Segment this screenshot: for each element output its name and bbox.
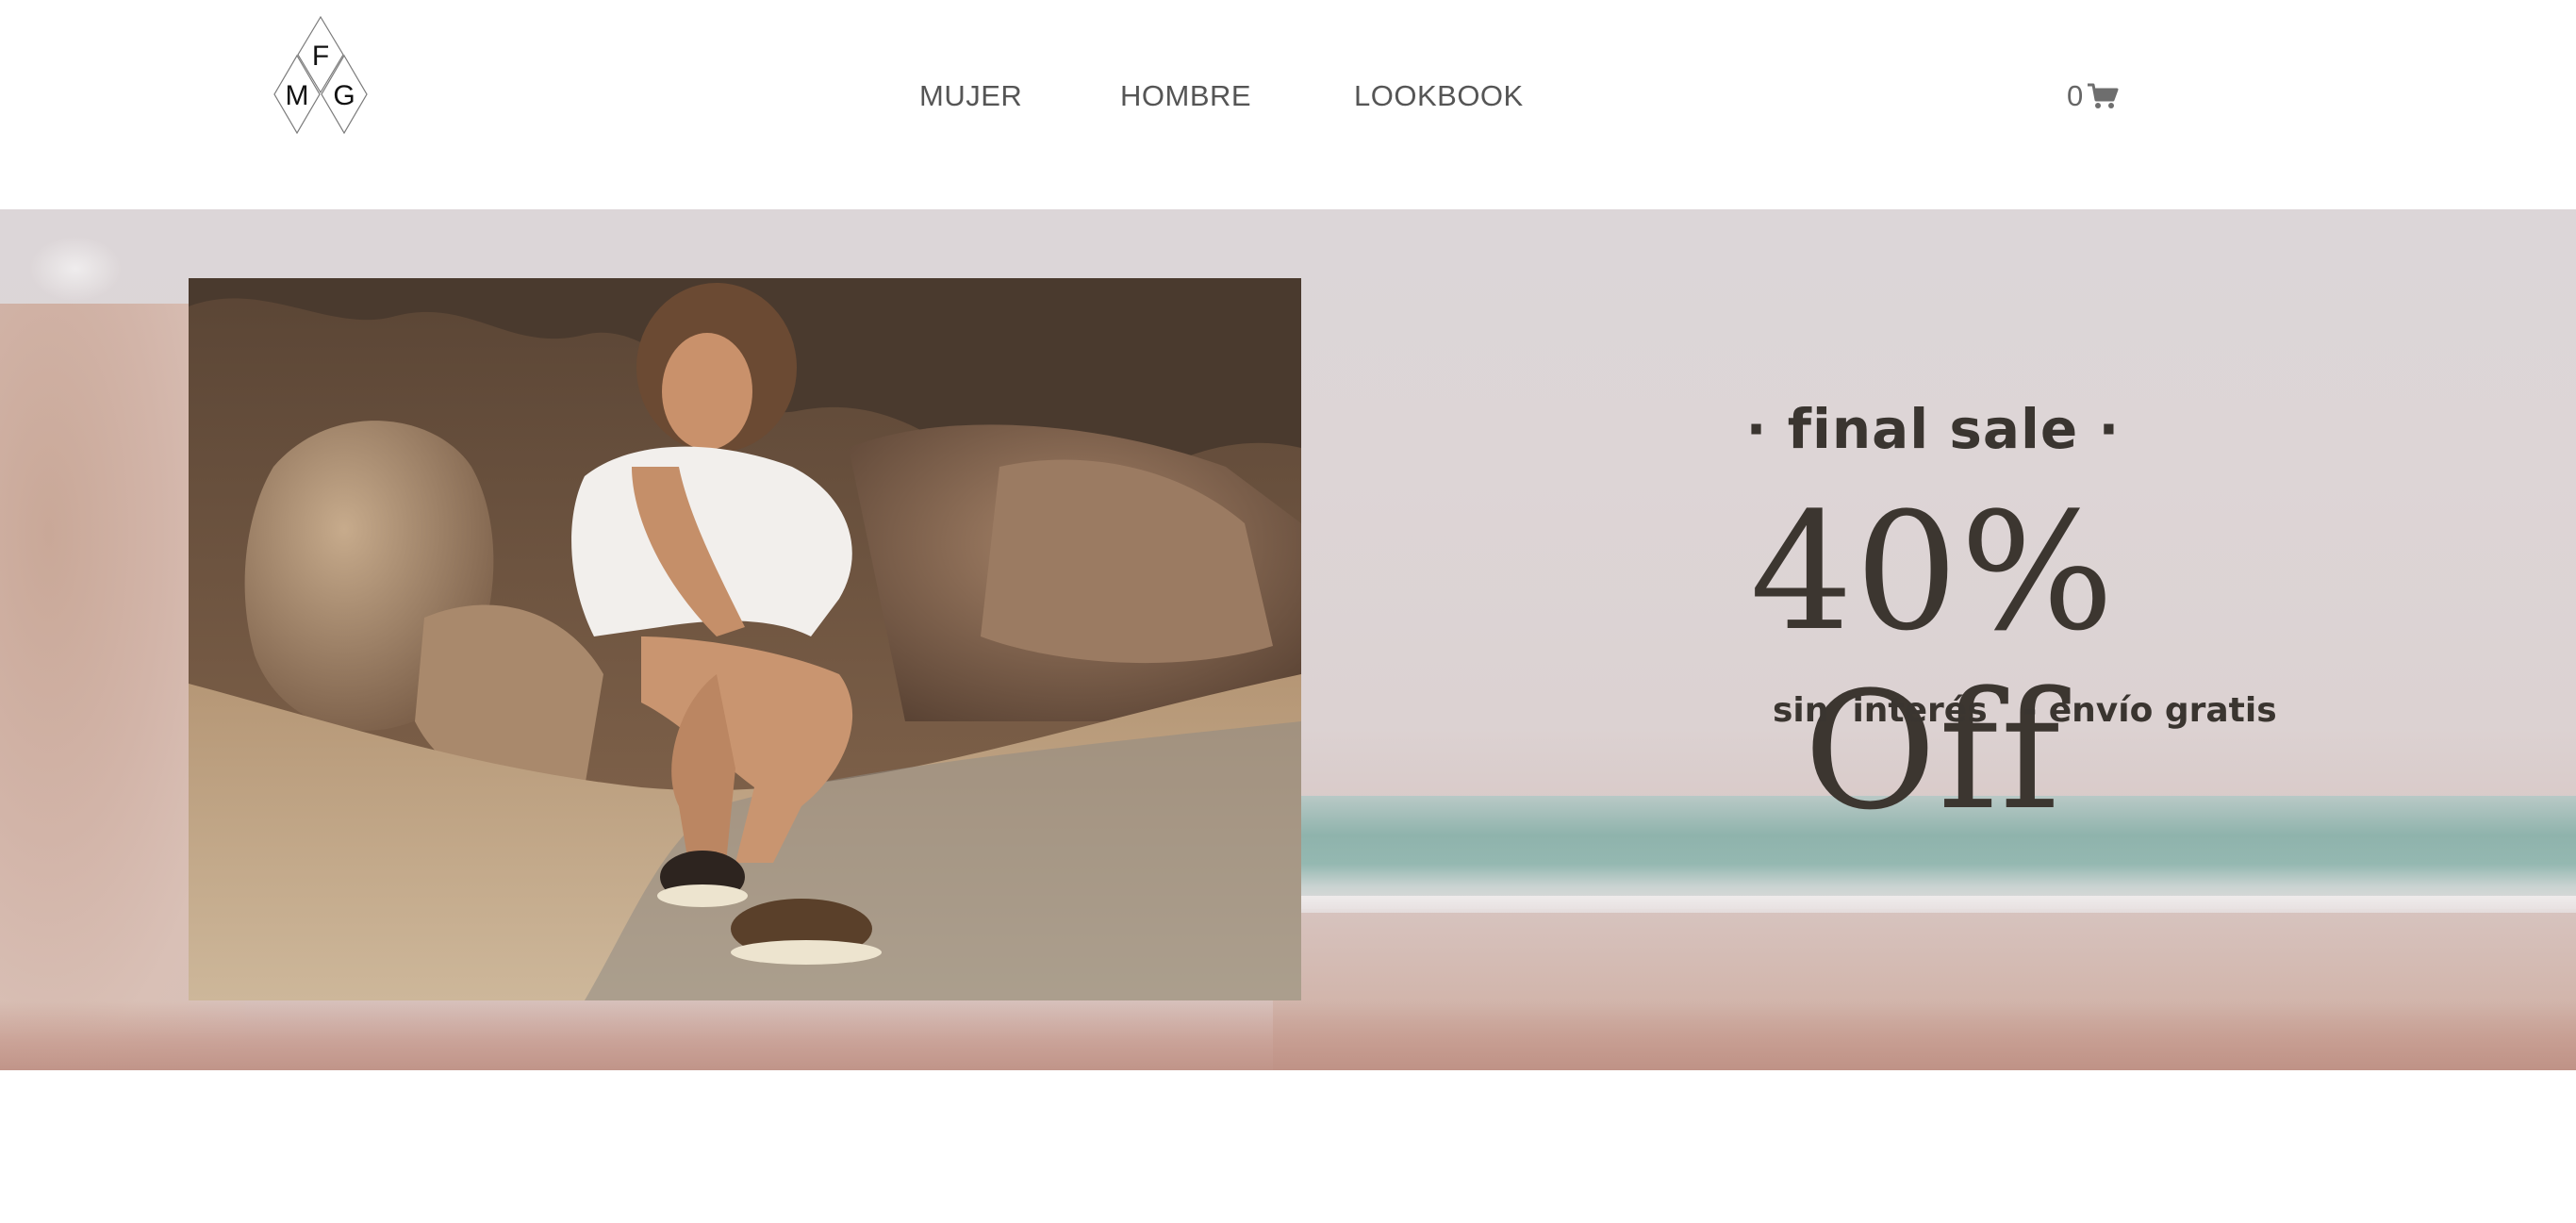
logo-letter-f: F bbox=[312, 41, 329, 72]
cart-button[interactable]: 0 bbox=[2067, 74, 2119, 119]
main-nav: MUJER HOMBRE LOOKBOOK bbox=[0, 74, 2576, 119]
sale-kicker-text: · final sale · bbox=[1745, 397, 2121, 461]
watermark-shape bbox=[28, 236, 123, 302]
nav-item-hombre[interactable]: HOMBRE bbox=[1120, 74, 1251, 119]
sale-headline: 40% Off bbox=[1749, 477, 2117, 846]
grass-foreground bbox=[0, 1001, 2576, 1070]
shopping-cart-icon bbox=[2088, 83, 2119, 108]
model-on-rocks-image bbox=[189, 278, 1301, 1000]
wave-foam bbox=[1273, 896, 2576, 913]
nav-item-mujer[interactable]: MUJER bbox=[919, 74, 1022, 119]
hero-banner[interactable]: · final sale · 40% Off sin interés - env… bbox=[0, 209, 2576, 1070]
nav-item-lookbook[interactable]: LOOKBOOK bbox=[1354, 74, 1524, 119]
site-header: F M G MUJER HOMBRE LOOKBOOK 0 bbox=[0, 0, 2576, 209]
sale-subline: sin interés - envío gratis bbox=[1773, 691, 2277, 730]
hero-model-photo bbox=[189, 278, 1301, 1000]
cart-count: 0 bbox=[2067, 79, 2084, 112]
